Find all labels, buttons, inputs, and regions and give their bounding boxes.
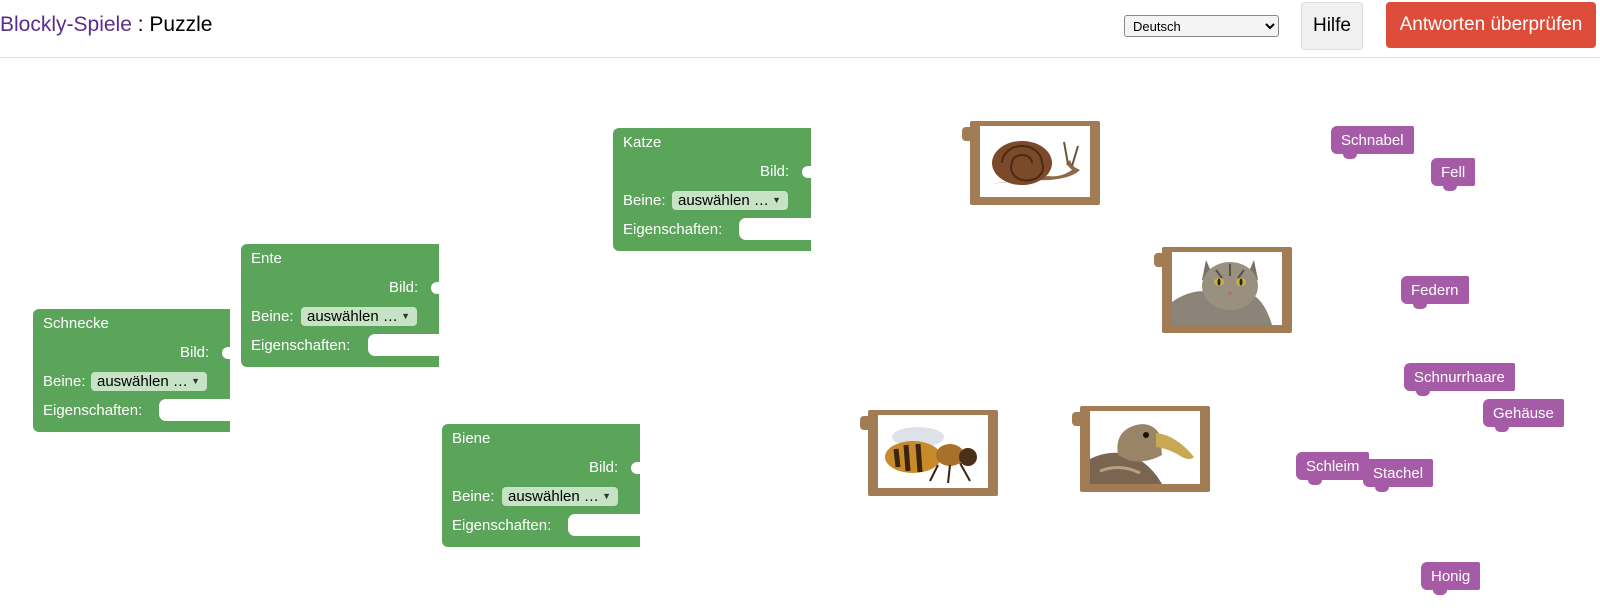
- snail-image: [980, 126, 1090, 197]
- legs-dropdown[interactable]: auswählen … ▼: [91, 372, 207, 391]
- legs-dropdown[interactable]: auswählen … ▼: [672, 191, 788, 210]
- picture-field-label: Bild:: [589, 459, 619, 476]
- legs-field-label: Beine:: [623, 192, 666, 209]
- help-button[interactable]: Hilfe: [1301, 2, 1363, 50]
- trait-block-stachel[interactable]: Stachel: [1363, 459, 1434, 492]
- picture-block-cat[interactable]: [1154, 247, 1292, 333]
- picture-connector: [962, 127, 971, 141]
- blockly-workspace[interactable]: Schnecke Bild: Beine: auswählen … ▼ Eigen…: [0, 58, 1600, 612]
- traits-input-slot[interactable]: [159, 399, 230, 421]
- traits-field-label: Eigenschaften:: [251, 337, 351, 354]
- animal-name: Biene: [452, 430, 491, 447]
- animal-block-ente[interactable]: Ente Bild: Beine: auswählen … ▼ Eigenscha…: [241, 244, 440, 367]
- animal-name: Ente: [251, 250, 282, 267]
- trait-block-schnabel[interactable]: Schnabel: [1331, 126, 1414, 159]
- page-title: Blockly-Spiele : Puzzle: [0, 13, 212, 37]
- animal-block-schnecke[interactable]: Schnecke Bild: Beine: auswählen … ▼ Eigen…: [33, 309, 231, 432]
- cat-image: [1172, 252, 1282, 325]
- legs-dropdown[interactable]: auswählen … ▼: [502, 487, 618, 506]
- animal-block-biene[interactable]: Biene Bild: Beine: auswählen … ▼ Eigensch…: [442, 424, 640, 547]
- picture-connector: [222, 347, 231, 359]
- trait-block-fell[interactable]: Fell: [1431, 158, 1476, 191]
- legs-field-label: Beine:: [251, 308, 294, 325]
- trait-block-schnurrhaare[interactable]: Schnurrhaare: [1404, 363, 1515, 396]
- dropdown-arrow-icon: ▼: [602, 491, 611, 501]
- app-link[interactable]: Blockly-Spiele: [0, 13, 132, 36]
- legs-dropdown[interactable]: auswählen … ▼: [301, 307, 417, 326]
- bee-image: [878, 415, 988, 488]
- trait-block-federn[interactable]: Federn: [1401, 276, 1469, 309]
- trait-block-gehaeuse[interactable]: Gehäuse: [1483, 399, 1564, 432]
- legs-dropdown-value: auswählen …: [678, 192, 769, 209]
- traits-input-slot[interactable]: [368, 334, 439, 356]
- picture-field-label: Bild:: [760, 163, 790, 180]
- legs-dropdown-value: auswählen …: [508, 488, 599, 505]
- picture-connector: [860, 416, 869, 430]
- dropdown-arrow-icon: ▼: [772, 195, 781, 205]
- title-separator: :: [131, 13, 150, 36]
- picture-connector: [631, 462, 640, 474]
- picture-connector: [802, 166, 811, 178]
- picture-block-bee[interactable]: [860, 410, 998, 496]
- trait-block-honig[interactable]: Honig: [1421, 562, 1481, 595]
- picture-block-duck[interactable]: [1072, 406, 1210, 492]
- picture-field-label: Bild:: [389, 279, 419, 296]
- animal-name: Schnecke: [43, 315, 109, 332]
- traits-field-label: Eigenschaften:: [623, 221, 723, 238]
- traits-field-label: Eigenschaften:: [43, 402, 143, 419]
- dropdown-arrow-icon: ▼: [191, 376, 200, 386]
- check-answers-button[interactable]: Antworten überprüfen: [1386, 2, 1596, 48]
- legs-dropdown-value: auswählen …: [307, 308, 398, 325]
- legs-dropdown-value: auswählen …: [97, 373, 188, 390]
- traits-field-label: Eigenschaften:: [452, 517, 552, 534]
- legs-field-label: Beine:: [43, 373, 86, 390]
- animal-name: Katze: [623, 134, 662, 151]
- language-select[interactable]: Deutsch: [1124, 15, 1279, 37]
- picture-connector: [1072, 412, 1081, 426]
- header: Blockly-Spiele : Puzzle Deutsch Hilfe An…: [0, 0, 1600, 58]
- trait-block-schleim[interactable]: Schleim: [1296, 452, 1370, 485]
- dropdown-arrow-icon: ▼: [401, 311, 410, 321]
- picture-connector: [1154, 253, 1163, 267]
- traits-input-slot[interactable]: [568, 514, 640, 536]
- duck-image: [1090, 411, 1200, 484]
- puzzle-title: Puzzle: [149, 13, 213, 36]
- picture-field-label: Bild:: [180, 344, 210, 361]
- picture-block-snail[interactable]: [962, 121, 1100, 205]
- traits-input-slot[interactable]: [739, 218, 811, 240]
- picture-connector: [431, 282, 440, 294]
- animal-block-katze[interactable]: Katze Bild: Beine: auswählen … ▼ Eigensch…: [613, 128, 811, 251]
